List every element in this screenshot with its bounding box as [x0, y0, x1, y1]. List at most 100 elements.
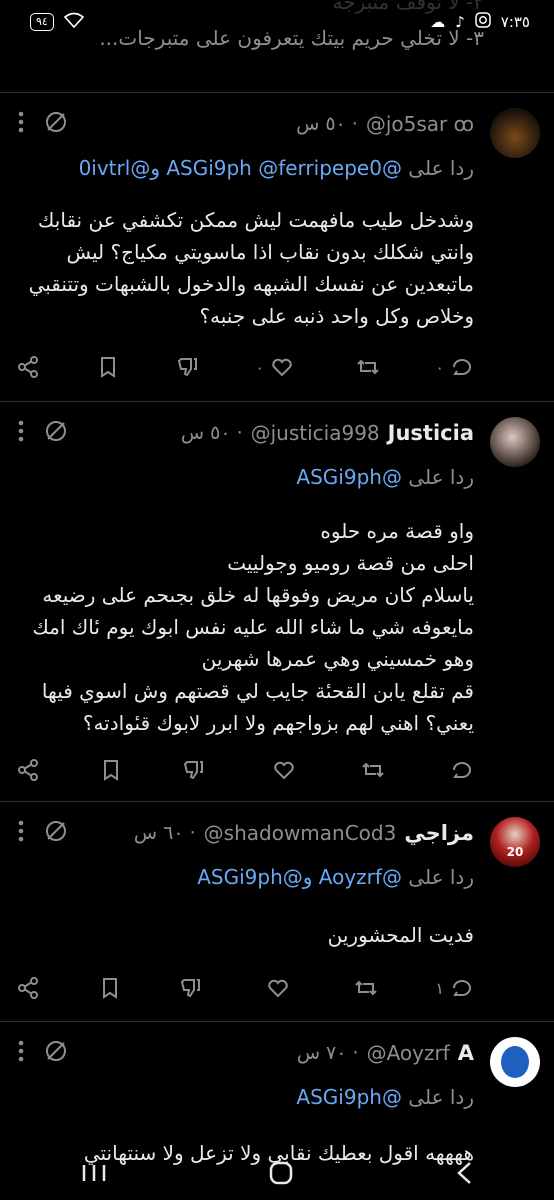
header-icons — [18, 1039, 68, 1067]
reply-to-line: ردا على @Aoyzrf و@ASGi9ph — [16, 865, 474, 889]
user-name[interactable]: مزاجي — [404, 821, 474, 845]
tweet-actions: ١ — [16, 971, 474, 1005]
back-icon[interactable] — [454, 1160, 474, 1190]
reply-prefix: ردا على — [408, 1085, 474, 1109]
dislike-icon — [177, 358, 197, 377]
reply-icon — [453, 359, 471, 375]
tweet[interactable]: 20 مزاجي @shadowmanCod3 · ٦٠ س ردا على @… — [0, 803, 554, 1019]
share-button[interactable] — [16, 355, 40, 379]
time-value: ٦٠ س — [133, 822, 184, 844]
reply-count: ١ — [435, 978, 444, 998]
reply-icon — [453, 980, 471, 996]
recent-apps-icon[interactable] — [80, 1161, 108, 1189]
share-button[interactable] — [16, 976, 40, 1000]
retweet-icon — [362, 762, 384, 778]
retweet-button[interactable] — [350, 355, 380, 379]
divider — [0, 401, 554, 402]
retweet-icon — [355, 980, 377, 996]
wifi-icon — [63, 12, 84, 32]
header-icons — [18, 419, 68, 447]
status-time: ٧:٣٥ — [500, 13, 530, 31]
reply-mentions[interactable]: @Aoyzrf و@ASGi9ph — [197, 865, 402, 889]
divider — [0, 92, 554, 93]
tiktok-icon: ♪ — [455, 13, 465, 31]
divider — [0, 801, 554, 802]
reply-button[interactable]: ٠ — [435, 355, 474, 379]
more-icon[interactable] — [18, 820, 24, 846]
tweet-time: · ٥٠ س — [296, 113, 358, 135]
like-icon — [273, 761, 294, 780]
avatar[interactable] — [490, 108, 540, 158]
share-icon — [18, 977, 39, 999]
user-handle[interactable]: @shadowmanCod3 — [204, 821, 397, 845]
reply-prefix: ردا على — [408, 865, 474, 889]
avatar[interactable] — [490, 1037, 540, 1087]
share-icon — [18, 356, 39, 378]
tweet-time: · ٧٠ س — [296, 1042, 359, 1064]
bookmark-icon — [104, 760, 119, 781]
dislike-button[interactable] — [179, 976, 203, 1000]
avatar[interactable]: 20 — [490, 817, 540, 867]
like-button[interactable] — [260, 976, 290, 1000]
tweet-actions: ٠ ٠ — [16, 350, 474, 384]
battery-indicator: ٩٤ — [30, 13, 54, 31]
divider — [0, 1021, 554, 1022]
tweet-text: واو قصة مره حلوه احلى من قصة روميو وجولي… — [32, 519, 474, 735]
instagram-icon — [475, 12, 491, 32]
tweet-time: · ٦٠ س — [133, 822, 196, 844]
bookmark-icon — [102, 978, 117, 999]
user-handle[interactable]: @justicia998 — [251, 421, 380, 445]
share-button[interactable] — [16, 758, 40, 782]
reply-count: ٠ — [435, 357, 444, 377]
tweet-actions — [16, 753, 474, 787]
reply-to-line: ردا على @ASGi9ph @ferripepe0 و@0ivtrl — [16, 156, 474, 180]
reply-mentions[interactable]: @ASGi9ph — [296, 465, 402, 489]
more-icon[interactable] — [18, 1040, 24, 1066]
reply-button[interactable] — [444, 758, 474, 782]
reply-to-line: ردا على @ASGi9ph — [16, 1085, 474, 1109]
share-icon — [18, 759, 39, 781]
reply-icon — [453, 762, 471, 778]
status-right: ☁ ♪ ٧:٣٥ — [430, 12, 530, 32]
bookmark-button[interactable] — [96, 355, 120, 379]
reply-mentions[interactable]: @ASGi9ph — [296, 1085, 402, 1109]
tweet-header: مزاجي @shadowmanCod3 · ٦٠ س — [16, 817, 474, 849]
user-name[interactable]: Justicia — [388, 421, 474, 445]
system-nav-bar — [0, 1150, 554, 1200]
retweet-button[interactable] — [355, 758, 385, 782]
home-icon[interactable] — [268, 1160, 294, 1190]
avatar[interactable] — [490, 417, 540, 467]
like-button[interactable]: ٠ — [255, 355, 294, 379]
dislike-icon — [184, 761, 204, 780]
reply-prefix: ردا على — [408, 156, 474, 180]
more-icon[interactable] — [18, 420, 24, 446]
tweet-text: فديت المحشورين — [327, 923, 474, 947]
user-name[interactable]: A — [458, 1041, 474, 1065]
tweet-header: A @Aoyzrf · ٧٠ س — [16, 1037, 474, 1069]
retweet-button[interactable] — [348, 976, 378, 1000]
header-icons — [18, 819, 68, 847]
status-bar: ٩٤ ☁ ♪ ٧:٣٥ — [0, 0, 554, 44]
tweet-header: Justicia @justicia998 · ٥٠ س — [16, 417, 474, 449]
tweet[interactable]: Justicia @justicia998 · ٥٠ س ردا على @AS… — [0, 403, 554, 799]
bookmark-button[interactable] — [98, 976, 122, 1000]
bookmark-icon — [100, 357, 115, 378]
retweet-icon — [356, 359, 379, 375]
grok-icon[interactable] — [44, 819, 68, 847]
bookmark-button[interactable] — [99, 758, 123, 782]
header-icons — [18, 110, 68, 138]
grok-icon[interactable] — [44, 1039, 68, 1067]
user-handle[interactable]: @Aoyzrf — [367, 1041, 450, 1065]
reply-button[interactable]: ١ — [435, 976, 474, 1000]
grok-icon[interactable] — [44, 419, 68, 447]
dislike-button[interactable] — [176, 355, 200, 379]
dislike-button[interactable] — [182, 758, 206, 782]
grok-icon[interactable] — [44, 110, 68, 138]
like-button[interactable] — [266, 758, 296, 782]
reply-mentions[interactable]: @ASGi9ph @ferripepe0 و@0ivtrl — [79, 156, 402, 180]
time-value: ٥٠ س — [180, 422, 231, 444]
more-icon[interactable] — [18, 111, 24, 137]
like-icon — [268, 979, 289, 998]
user-handle[interactable]: @jo5sar ꝏ — [366, 112, 474, 136]
tweet[interactable]: @jo5sar ꝏ · ٥٠ س ردا على @ASGi9ph @ferri… — [0, 94, 554, 400]
